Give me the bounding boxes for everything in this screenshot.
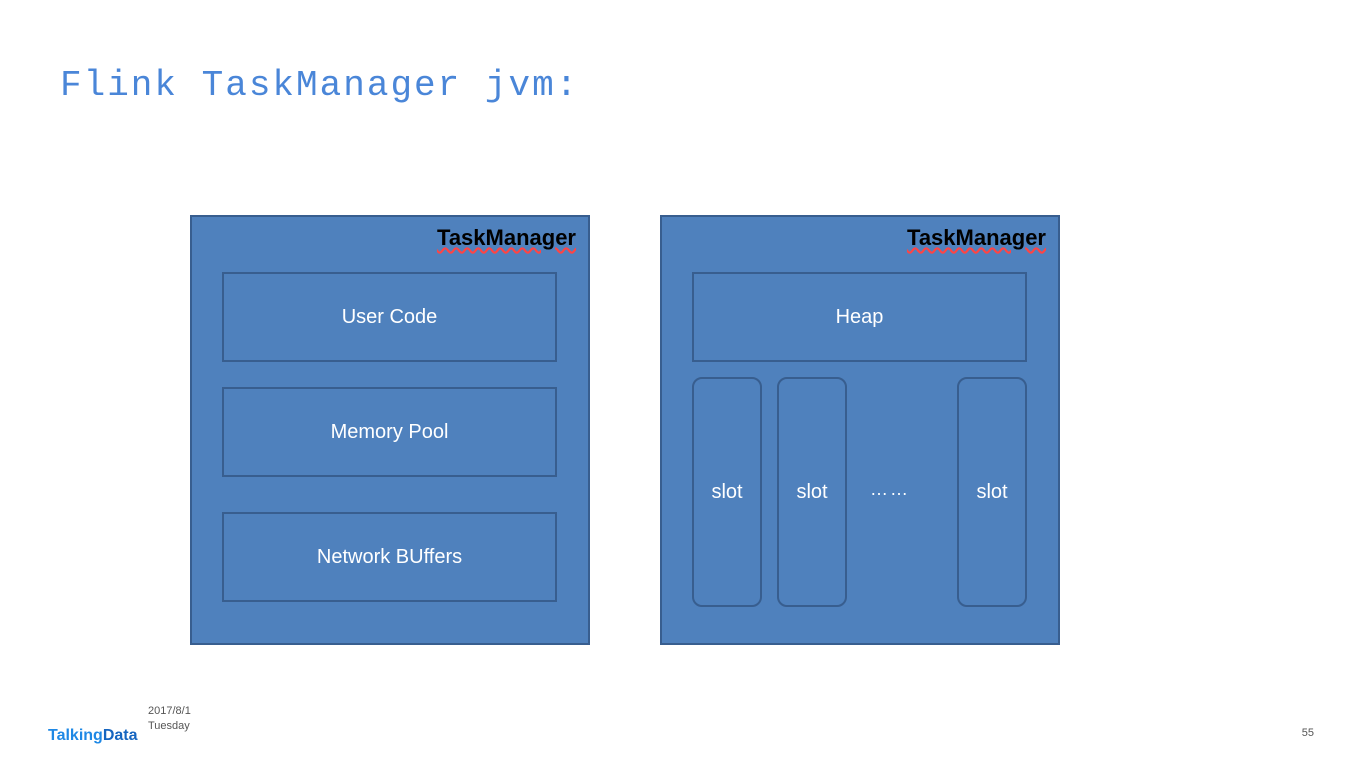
day-value: Tuesday	[148, 719, 191, 733]
heap-box: Heap	[692, 272, 1027, 362]
box-label-left: TaskManager	[437, 225, 576, 251]
diagram-container: TaskManager User Code Memory Pool Networ…	[190, 215, 1060, 645]
taskmanager-box-left: TaskManager User Code Memory Pool Networ…	[190, 215, 590, 645]
memory-pool-box: Memory Pool	[222, 387, 557, 477]
slot-box-3: slot	[957, 377, 1027, 607]
user-code-box: User Code	[222, 272, 557, 362]
page-number: 55	[1302, 727, 1314, 739]
slot-box-1: slot	[692, 377, 762, 607]
logo-part2: Data	[103, 727, 138, 744]
taskmanager-box-right: TaskManager Heap slot slot …… slot	[660, 215, 1060, 645]
footer-logo: TalkingData	[48, 727, 138, 745]
slot-box-2: slot	[777, 377, 847, 607]
slide-title: Flink TaskManager jvm:	[60, 65, 579, 106]
box-label-right: TaskManager	[907, 225, 1046, 251]
logo-part1: Talking	[48, 727, 103, 744]
ellipsis: ……	[870, 479, 910, 500]
footer-date: 2017/8/1 Tuesday	[148, 704, 191, 733]
date-value: 2017/8/1	[148, 704, 191, 718]
network-buffers-box: Network BUffers	[222, 512, 557, 602]
